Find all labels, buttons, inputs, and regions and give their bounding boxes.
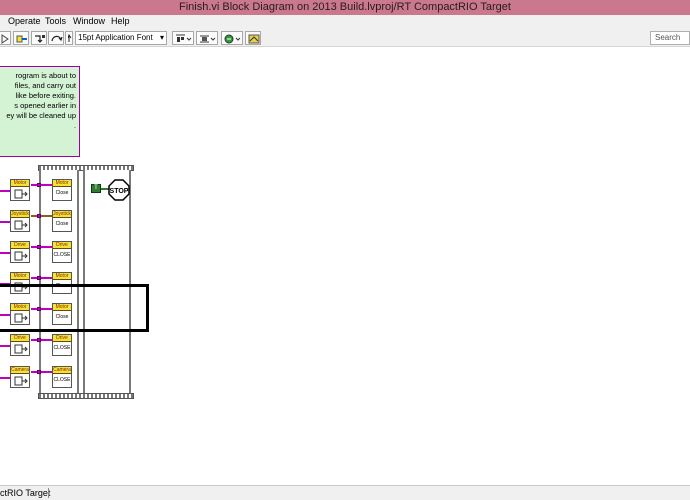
step-into-icon (35, 35, 45, 43)
reorder-icon (224, 34, 241, 44)
menu-tools[interactable]: Tools (45, 16, 66, 26)
vi-node-header: Camera (11, 367, 29, 374)
refnum-wire (31, 184, 53, 186)
vi-node[interactable]: Camera (10, 366, 30, 388)
vi-node-header: Drive (53, 335, 71, 342)
refnum-wire (31, 215, 53, 217)
step-out-icon (68, 34, 72, 42)
run-icon (1, 34, 9, 44)
sequence-tunnel (37, 245, 41, 249)
vi-node-header: Camera (53, 367, 71, 374)
vi-node[interactable]: Drive (10, 241, 30, 263)
block-diagram-canvas[interactable]: rogram is about to files, and carry out … (0, 47, 690, 485)
vi-node-label: CLOSE (53, 345, 71, 351)
window-title: Finish.vi Block Diagram on 2013 Build.lv… (179, 1, 511, 13)
sequence-frame-2 (83, 170, 131, 394)
status-bar: ctRIO Target (0, 485, 690, 500)
vi-node-header: Drive (53, 242, 71, 249)
menu-window[interactable]: Window (73, 16, 105, 26)
vi-node-header: Joystick (53, 211, 71, 218)
comment-line: ey will be cleaned up (6, 111, 76, 120)
search-input[interactable]: Search (650, 31, 690, 45)
step-out-button[interactable] (65, 31, 73, 45)
vi-node-label: CLOSE (53, 377, 71, 383)
vi-node-header: Joystick (11, 211, 29, 218)
sequence-tunnel (37, 338, 41, 342)
menu-bar: Operate Tools Window Help (0, 15, 690, 29)
sequence-tunnel (37, 370, 41, 374)
refnum-wire (31, 339, 53, 341)
diagram-comment[interactable]: rogram is about to files, and carry out … (0, 66, 80, 157)
sequence-film-bottom (38, 393, 134, 399)
retain-wire-values-icon (16, 35, 27, 43)
close-vi-node[interactable]: Joystick Close (52, 210, 72, 232)
text-settings-dropdown[interactable]: 15pt Application Font ▾ (75, 31, 167, 45)
step-over-button[interactable] (48, 31, 64, 45)
vi-node-header: Motor (53, 180, 71, 187)
sequence-tunnel (37, 214, 41, 218)
vi-node[interactable]: Motor (10, 179, 30, 201)
refnum-wire (31, 246, 53, 248)
vi-node-header: Drive (11, 242, 29, 249)
step-into-button[interactable] (31, 31, 47, 45)
target-label: ctRIO Target (0, 488, 51, 498)
true-constant[interactable]: T (91, 184, 101, 193)
comment-line: files, and carry out (14, 81, 76, 90)
menu-help[interactable]: Help (111, 16, 130, 26)
vi-node-header: Motor (11, 273, 29, 280)
comment-line: s opened earlier in (14, 101, 76, 110)
step-over-icon (51, 35, 63, 42)
toolbar: 15pt Application Font ▾ Search (0, 29, 690, 47)
retain-wire-values-button[interactable] (13, 31, 29, 45)
vi-node-header: Motor (11, 180, 29, 187)
close-vi-node[interactable]: Camera CLOSE (52, 366, 72, 388)
highlight-rectangle (0, 284, 149, 332)
stop-icon[interactable]: STOP (108, 179, 130, 201)
vi-node-header: Drive (11, 335, 29, 342)
vi-node-label: Close (55, 190, 69, 196)
comment-line: rogram is about to (15, 71, 76, 80)
write-icon (14, 251, 28, 261)
vi-node-header: Motor (53, 273, 71, 280)
vi-node-label: Close (55, 221, 69, 227)
sequence-tunnel (37, 183, 41, 187)
align-icon (176, 34, 192, 42)
cleanup-icon (248, 34, 260, 44)
refnum-wire (31, 277, 53, 279)
refnum-wire (31, 371, 53, 373)
status-separator (48, 488, 49, 498)
comment-line: . (73, 121, 76, 130)
vi-node-label: CLOSE (53, 252, 71, 258)
write-icon (14, 376, 28, 386)
menu-operate[interactable]: Operate (8, 16, 41, 26)
vi-node[interactable]: Joystick (10, 210, 30, 232)
run-button[interactable] (0, 31, 11, 45)
close-vi-node[interactable]: Drive CLOSE (52, 241, 72, 263)
window-titlebar[interactable]: Finish.vi Block Diagram on 2013 Build.lv… (0, 0, 690, 15)
distribute-icon (200, 35, 216, 43)
write-icon (14, 220, 28, 230)
reorder-button[interactable] (221, 31, 243, 45)
write-icon (14, 344, 28, 354)
cleanup-diagram-button[interactable] (245, 31, 261, 45)
close-vi-node[interactable]: Drive CLOSE (52, 334, 72, 356)
font-label: 15pt Application Font (78, 33, 153, 42)
chevron-down-icon: ▾ (159, 33, 164, 42)
sequence-tunnel (37, 276, 41, 280)
distribute-objects-button[interactable] (196, 31, 218, 45)
align-objects-button[interactable] (172, 31, 194, 45)
vi-node[interactable]: Drive (10, 334, 30, 356)
write-icon (14, 189, 28, 199)
comment-line: like before exiting. (15, 91, 76, 100)
stop-label: STOP (110, 188, 129, 195)
close-vi-node[interactable]: Motor Close (52, 179, 72, 201)
